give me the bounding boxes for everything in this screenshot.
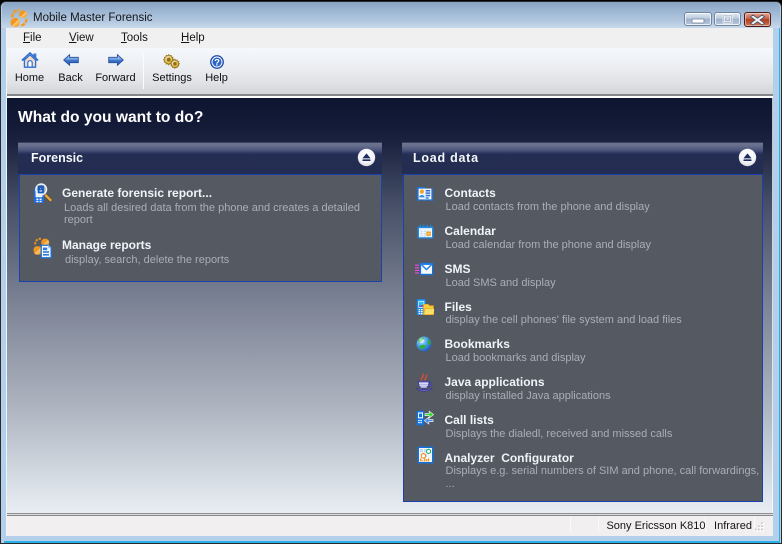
svg-text:?: ? — [214, 57, 220, 68]
